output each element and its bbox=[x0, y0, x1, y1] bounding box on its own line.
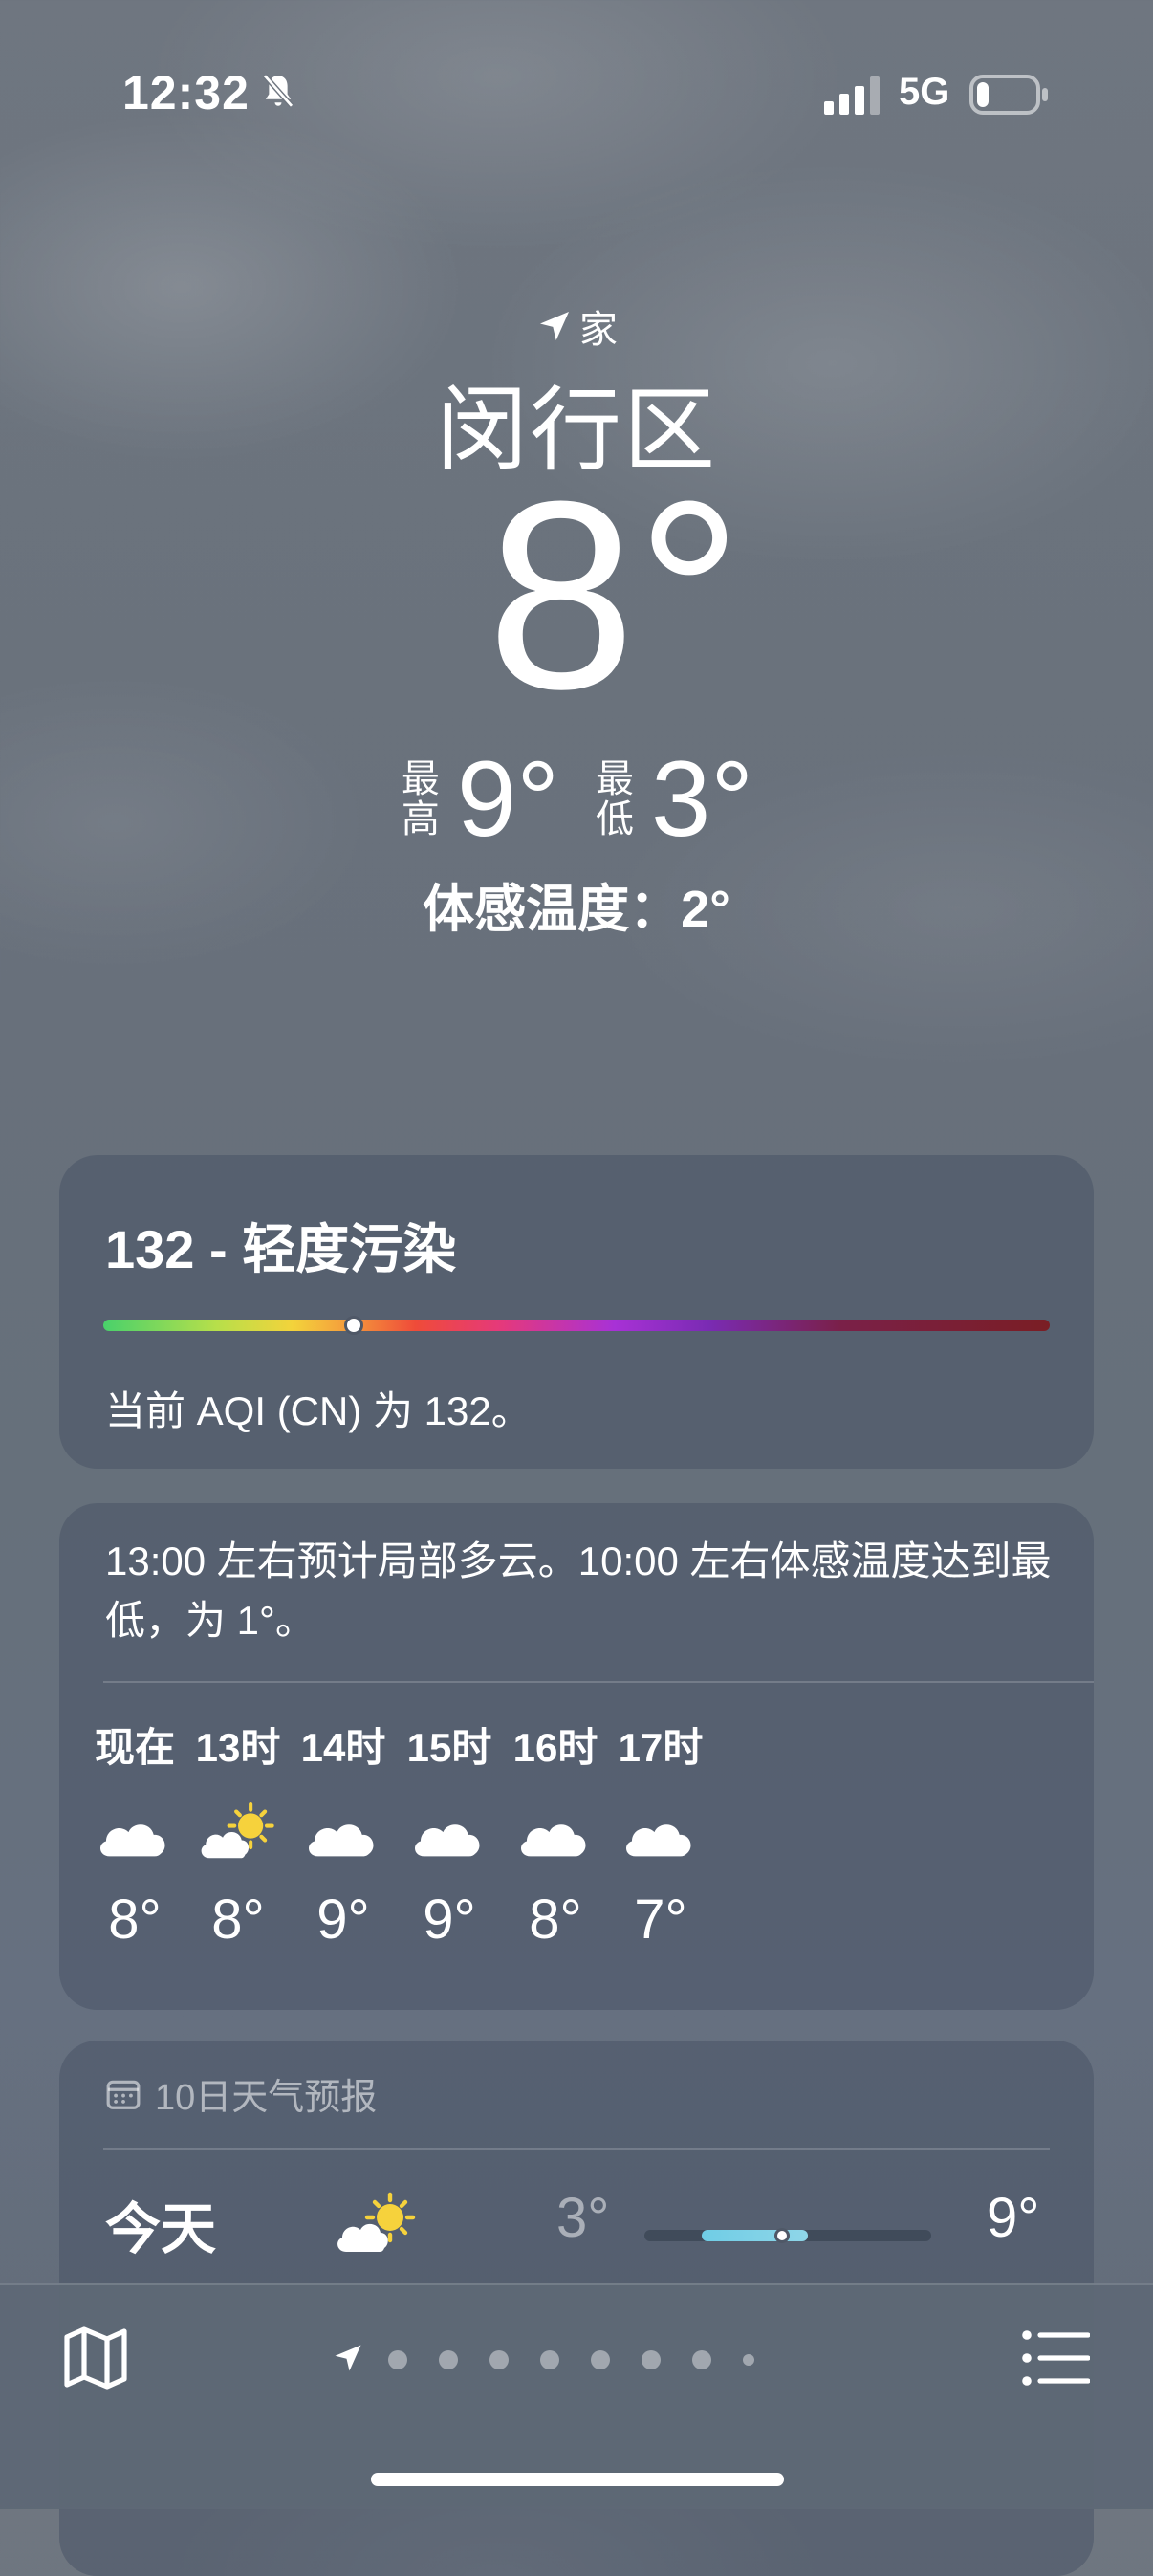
status-bar: 12:32 5G bbox=[0, 0, 1153, 182]
forecast-header-label: 10日天气预报 bbox=[155, 2078, 378, 2118]
aqi-scale-marker bbox=[344, 1316, 364, 1335]
hour-label: 17时 bbox=[618, 1725, 704, 1770]
aqi-scale-bar bbox=[103, 1320, 1050, 1331]
current-temperature: 8° bbox=[487, 447, 743, 745]
divider bbox=[103, 2148, 1050, 2150]
aqi-description: 当前 AQI (CN) 为 132。 bbox=[105, 1388, 532, 1433]
partly-sunny-icon bbox=[201, 1801, 274, 1859]
page-dot[interactable] bbox=[743, 2354, 754, 2366]
cellular-signal-icon bbox=[824, 76, 880, 115]
location-tag: 家 bbox=[0, 298, 1153, 354]
divider bbox=[103, 1681, 1094, 1683]
page-dot[interactable] bbox=[489, 2350, 509, 2369]
hour-item: 17时 7° bbox=[589, 1715, 732, 1952]
low-temperature: 最低 3° bbox=[594, 742, 753, 857]
map-icon[interactable] bbox=[61, 2324, 130, 2392]
hourly-summary: 13:00 左右预计局部多云。10:00 左右体感温度达到最低，为 1°。 bbox=[105, 1539, 1052, 1643]
list-icon[interactable] bbox=[1021, 2327, 1090, 2389]
aqi-title: 132 - 轻度污染 bbox=[105, 1219, 457, 1279]
cloud-icon bbox=[414, 1824, 480, 1857]
page-dot[interactable] bbox=[540, 2350, 559, 2369]
current-temperature-marker bbox=[774, 2228, 790, 2243]
day-label: 今天 bbox=[105, 2198, 217, 2260]
page-dot[interactable] bbox=[439, 2350, 458, 2369]
feels-like: 体感温度：2° bbox=[423, 881, 730, 938]
hourly-forecast-card[interactable]: 13:00 左右预计局部多云。10:00 左右体感温度达到最低，为 1°。 现在… bbox=[59, 1503, 1094, 2010]
status-time: 12:32 bbox=[122, 66, 250, 120]
temperature-range-fill bbox=[702, 2230, 808, 2241]
low-value: 3° bbox=[651, 739, 754, 859]
location-arrow-icon bbox=[540, 312, 569, 340]
high-low-temperature: 最高 9° 最低 3° bbox=[0, 742, 1153, 857]
calendar-icon bbox=[106, 2080, 141, 2109]
partly-sunny-icon bbox=[337, 2192, 416, 2252]
page-dot[interactable] bbox=[692, 2350, 711, 2369]
cloud-icon bbox=[625, 1824, 691, 1857]
page-indicator[interactable] bbox=[331, 2341, 828, 2379]
cloud-icon bbox=[308, 1824, 374, 1857]
temperature-range-bar bbox=[644, 2228, 931, 2243]
battery-low-icon bbox=[969, 75, 1048, 115]
high-label: 最高 bbox=[401, 758, 440, 840]
hour-temperature: 7° bbox=[634, 1888, 687, 1951]
day-low-temperature: 3° bbox=[556, 2187, 610, 2249]
day-high-temperature: 9° bbox=[987, 2187, 1040, 2249]
forecast-header: 10日天气预报 bbox=[105, 2067, 377, 2120]
high-value: 9° bbox=[456, 739, 559, 859]
location-arrow-icon bbox=[335, 2345, 361, 2371]
home-indicator[interactable] bbox=[371, 2473, 784, 2486]
bell-slash-icon bbox=[262, 74, 294, 108]
air-quality-card[interactable]: 132 - 轻度污染 当前 AQI (CN) 为 132。 bbox=[59, 1155, 1094, 1469]
location-tag-label: 家 bbox=[579, 309, 618, 351]
page-dot[interactable] bbox=[591, 2350, 610, 2369]
cloud-icon bbox=[99, 1824, 165, 1857]
page-dot[interactable] bbox=[642, 2350, 661, 2369]
cloud-icon bbox=[520, 1824, 586, 1857]
page-dot[interactable] bbox=[388, 2350, 407, 2369]
high-temperature: 最高 9° bbox=[400, 742, 559, 857]
low-label: 最低 bbox=[596, 758, 634, 840]
network-label: 5G bbox=[899, 71, 950, 113]
day-row[interactable]: 今天 3° 9° bbox=[59, 2155, 1094, 2289]
